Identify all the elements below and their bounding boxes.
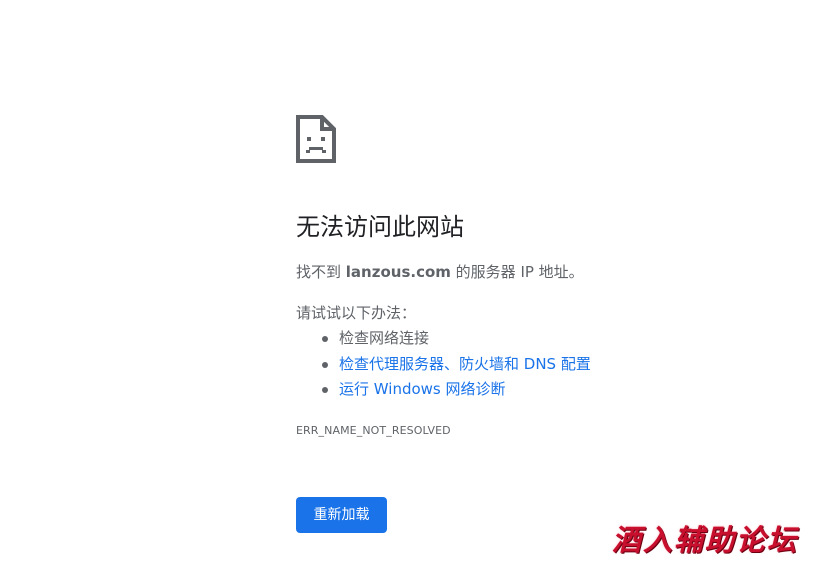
check-proxy-link[interactable]: 检查代理服务器、防火墙和 DNS 配置 [339, 355, 591, 373]
sad-page-icon [296, 115, 336, 163]
summary-prefix: 找不到 [296, 263, 346, 281]
suggestion-label: 检查网络连接 [339, 329, 430, 347]
bullet-icon [322, 387, 328, 393]
suggestion-check-network: 检查网络连接 [318, 326, 591, 352]
reload-button[interactable]: 重新加载 [296, 497, 387, 533]
suggestion-run-diagnostics[interactable]: 运行 Windows 网络诊断 [318, 377, 591, 403]
watermark: 酒入辅助论坛 [612, 523, 799, 557]
suggestions-heading: 请试试以下办法： [296, 304, 417, 322]
summary-suffix: 的服务器 IP 地址。 [450, 263, 584, 281]
suggestion-check-proxy[interactable]: 检查代理服务器、防火墙和 DNS 配置 [318, 352, 591, 378]
suggestions-list: 检查网络连接 检查代理服务器、防火墙和 DNS 配置 运行 Windows 网络… [318, 326, 591, 403]
summary-host: lanzous.com [345, 263, 451, 281]
run-diagnostics-link[interactable]: 运行 Windows 网络诊断 [339, 380, 506, 398]
error-summary: 找不到 lanzous.com 的服务器 IP 地址。 [296, 260, 584, 284]
bullet-icon [322, 361, 328, 368]
error-code: ERR_NAME_NOT_RESOLVED [296, 424, 451, 437]
page-title: 无法访问此网站 [296, 213, 464, 241]
bullet-icon [322, 336, 328, 342]
